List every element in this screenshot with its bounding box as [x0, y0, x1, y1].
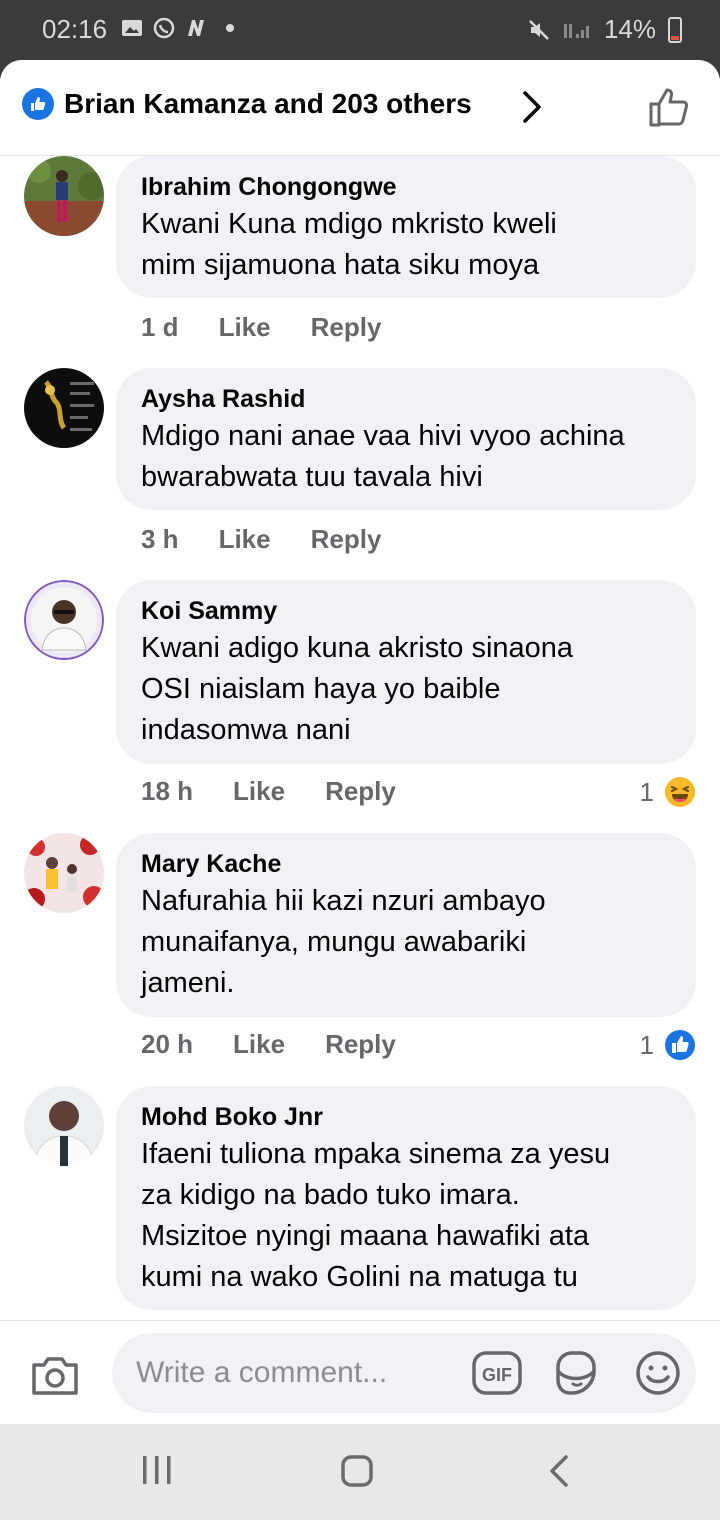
- comment-input[interactable]: [112, 1333, 696, 1413]
- reaction-count-value: 1: [639, 776, 654, 807]
- reactions-header: Brian Kamanza and 203 others: [0, 60, 720, 156]
- comment-text-line: za kidigo na bado tuko imara.: [141, 1179, 520, 1211]
- comment-bubble[interactable]: Koi Sammy Kwani adigo kuna akristo sinao…: [116, 580, 696, 764]
- gif-icon: GIF: [472, 1351, 522, 1395]
- comment-bubble[interactable]: Aysha Rashid Mdigo nani anae vaa hivi vy…: [116, 368, 696, 510]
- reply-button[interactable]: Reply: [325, 1029, 396, 1060]
- chevron-right-icon[interactable]: [520, 90, 544, 124]
- comment-time[interactable]: 3 h: [141, 524, 179, 555]
- comment-actions: 3 h Like Reply: [141, 524, 421, 555]
- comment-text-line: jameni.: [141, 967, 235, 999]
- comment-bubble[interactable]: Mohd Boko Jnr Ifaeni tuliona mpaka sinem…: [116, 1086, 696, 1310]
- reply-button[interactable]: Reply: [311, 312, 382, 343]
- status-dot: [226, 24, 234, 32]
- like-button[interactable]: Like: [233, 776, 285, 807]
- reply-button[interactable]: Reply: [311, 524, 382, 555]
- comment-actions: 1 d Like Reply: [141, 312, 421, 343]
- whatsapp-icon: [153, 17, 175, 39]
- reaction-count-value: 1: [639, 1029, 654, 1060]
- mute-icon: [529, 19, 549, 40]
- haha-emoji-icon: [665, 777, 695, 807]
- like-button[interactable]: Like: [219, 312, 271, 343]
- like-badge-icon: [22, 88, 54, 120]
- recent-apps-icon[interactable]: [140, 1454, 174, 1486]
- comment-text-line: kumi na wako Golini na matuga tu: [141, 1261, 578, 1293]
- comment-actions: 18 h Like Reply: [141, 776, 436, 807]
- system-nav-bar: [0, 1424, 720, 1520]
- comment-text-line: Nafurahia hii kazi nzuri ambayo: [141, 885, 546, 917]
- thumbs-up-icon[interactable]: [648, 86, 690, 128]
- reactions-summary-link[interactable]: Brian Kamanza and 203 others: [22, 88, 472, 120]
- like-button[interactable]: Like: [233, 1029, 285, 1060]
- emoji-icon[interactable]: [634, 1349, 682, 1397]
- avatar[interactable]: [24, 1086, 104, 1166]
- comment-author[interactable]: Ibrahim Chongongwe: [141, 170, 672, 204]
- comment-author[interactable]: Aysha Rashid: [141, 382, 672, 416]
- reply-button[interactable]: Reply: [325, 776, 396, 807]
- home-icon[interactable]: [340, 1454, 374, 1488]
- signal-icon: [563, 23, 589, 38]
- reactions-summary-text: Brian Kamanza and 203 others: [64, 88, 472, 119]
- comment-time[interactable]: 20 h: [141, 1029, 193, 1060]
- gif-label: GIF: [482, 1365, 512, 1385]
- sticker-icon[interactable]: [552, 1349, 600, 1397]
- comment-author[interactable]: Mary Kache: [141, 847, 672, 881]
- avatar[interactable]: [24, 156, 104, 236]
- comment-text-line: mim sijamuona hata siku moya: [141, 249, 540, 281]
- comment-actions: 20 h Like Reply: [141, 1029, 436, 1060]
- comment-time[interactable]: 18 h: [141, 776, 193, 807]
- comment-text-line: Kwani Kuna mdigo mkristo kweli: [141, 208, 557, 240]
- comment-text-line: munaifanya, mungu awabariki: [141, 926, 527, 958]
- comment-composer: GIF: [0, 1320, 720, 1424]
- status-system-icons: 14%: [528, 14, 682, 45]
- status-notification-icons: [120, 16, 234, 40]
- back-icon[interactable]: [546, 1454, 572, 1488]
- camera-icon[interactable]: [30, 1355, 80, 1397]
- comment-time[interactable]: 1 d: [141, 312, 179, 343]
- reaction-count[interactable]: 1: [640, 776, 696, 808]
- comment-author[interactable]: Mohd Boko Jnr: [141, 1100, 672, 1134]
- comment-bubble[interactable]: Ibrahim Chongongwe Kwani Kuna mdigo mkri…: [116, 156, 696, 298]
- avatar[interactable]: [24, 368, 104, 448]
- comment-text-line: Mdigo nani anae vaa hivi vyoo achina: [141, 420, 625, 452]
- like-reaction-icon: [665, 1030, 695, 1060]
- like-button[interactable]: Like: [219, 524, 271, 555]
- comment-text-line: OSI niaislam haya yo baible: [141, 673, 501, 705]
- comment-text-line: Kwani adigo kuna akristo sinaona: [141, 632, 574, 664]
- comment-author[interactable]: Koi Sammy: [141, 594, 672, 628]
- comment-text-line: Msizitoe nyingi maana hawafiki ata: [141, 1220, 590, 1252]
- gif-button[interactable]: GIF: [472, 1351, 522, 1400]
- battery-percent: 14%: [603, 14, 656, 44]
- comment-text-line: Ifaeni tuliona mpaka sinema za yesu: [141, 1138, 611, 1170]
- comment-bubble[interactable]: Mary Kache Nafurahia hii kazi nzuri amba…: [116, 833, 696, 1017]
- comment-text-line: indasomwa nani: [141, 714, 351, 746]
- gallery-icon: [122, 20, 142, 36]
- status-bar: 02:16 14%: [0, 0, 720, 60]
- battery-icon: [668, 16, 682, 43]
- comments-sheet: Brian Kamanza and 203 others Ibrahim Cho…: [0, 60, 720, 1424]
- comment-text-line: bwarabwata tuu tavala hivi: [141, 461, 483, 493]
- reaction-count[interactable]: 1: [640, 1029, 696, 1061]
- avatar[interactable]: [24, 833, 104, 913]
- comments-list: Ibrahim Chongongwe Kwani Kuna mdigo mkri…: [0, 156, 720, 1320]
- status-time: 02:16: [42, 14, 108, 44]
- n-app-icon: [188, 20, 204, 36]
- avatar[interactable]: [24, 580, 104, 660]
